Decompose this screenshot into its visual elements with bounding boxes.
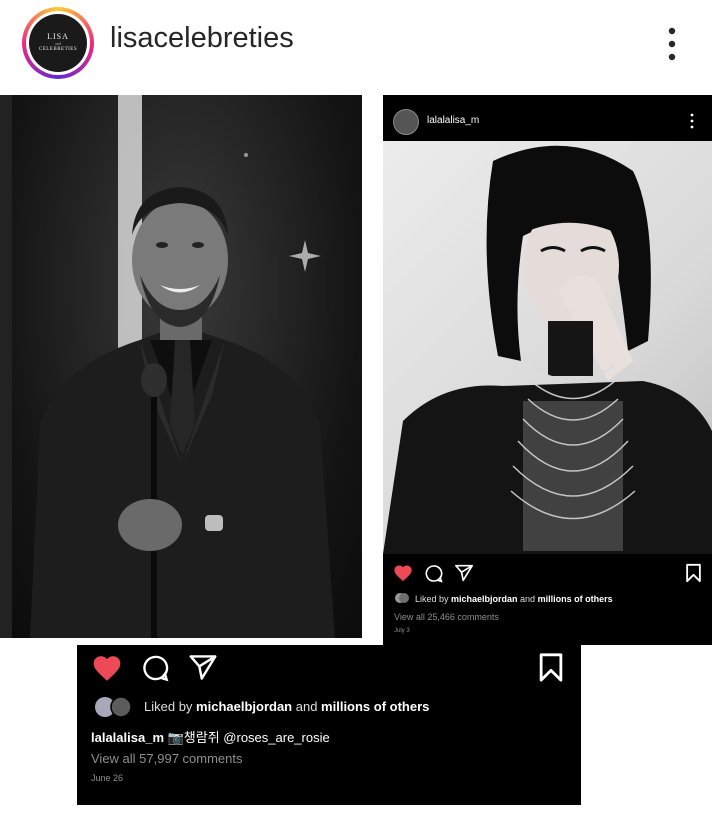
avatar-text-top: LISA [47,32,69,41]
embedded-post: lalalalisa_m Liked by michaelbjordan and… [383,95,712,645]
post-photo-left [0,95,362,638]
liked-by-avatars [95,696,132,718]
avatar-text-bottom: CELEBRETIES [38,47,78,52]
send-icon[interactable] [454,564,474,582]
bottom-post-view-comments[interactable]: View all 57,997 comments [91,751,243,766]
comment-icon[interactable] [141,654,169,682]
embedded-post-avatar[interactable] [393,109,419,135]
bottom-post-liked-by[interactable]: Liked by michaelbjordan and millions of … [144,699,429,714]
post-header: LISA and CELEBRETIES lisacelebreties [0,0,712,95]
vertical-dots-icon[interactable] [663,27,681,61]
bottom-post-actions [91,652,571,686]
bottom-post-card: Liked by michaelbjordan and millions of … [77,645,581,805]
bookmark-icon[interactable] [685,563,702,583]
heart-icon[interactable] [393,564,413,582]
heart-icon[interactable] [91,654,123,682]
portrait-illustration [383,145,712,554]
liked-by-avatars [395,593,409,603]
embedded-post-username[interactable]: lalalalisa_m [427,115,479,126]
vertical-dots-icon[interactable] [687,113,697,129]
embedded-post-photo [383,141,712,554]
caption-text: 📷챙람쥐 @roses_are_rosie [164,730,330,745]
send-icon[interactable] [188,654,218,681]
embedded-post-liked-by[interactable]: Liked by michaelbjordan and millions of … [415,594,613,604]
profile-avatar[interactable]: LISA and CELEBRETIES [22,7,94,79]
embedded-post-actions [393,562,703,584]
bookmark-icon[interactable] [538,652,564,683]
bottom-post-date: June 26 [91,773,124,783]
embedded-post-view-comments[interactable]: View all 25,466 comments [394,612,499,622]
embedded-post-date: July 3 [394,628,410,634]
portrait-illustration [0,95,335,638]
comment-icon[interactable] [424,564,443,583]
username-link[interactable]: lisacelebreties [110,22,294,55]
bottom-post-caption: lalalalisa_m 📷챙람쥐 @roses_are_rosie [91,727,330,746]
caption-username[interactable]: lalalalisa_m [91,730,164,745]
avatar-text-mid: and [55,41,61,46]
